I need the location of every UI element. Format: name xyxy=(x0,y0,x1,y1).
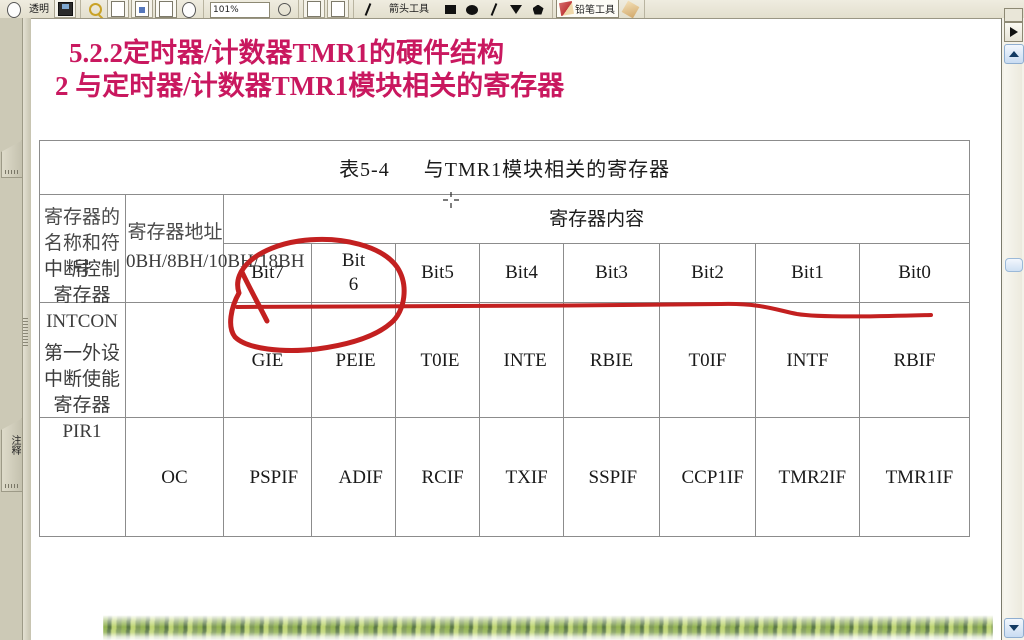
slide-title-line-2: 2 与定时器/计数器TMR1模块相关的寄存器 xyxy=(55,71,565,101)
page-insert-icon[interactable] xyxy=(131,0,153,18)
crosshair-cursor xyxy=(443,192,459,208)
header-col-name xyxy=(39,194,126,303)
scroll-down-button[interactable] xyxy=(1004,618,1024,638)
right-scrollbar[interactable] xyxy=(1001,8,1024,640)
application-toolbar: 透明 101% 箭头工具 铅笔工具 xyxy=(0,0,1024,19)
header-bit-4: Bit4 xyxy=(479,243,564,303)
ellipse-outline-icon[interactable] xyxy=(179,1,199,18)
chevron-up-icon xyxy=(1009,51,1019,57)
pencil-icon xyxy=(558,0,575,17)
row-1-bit-4: TXIF xyxy=(479,417,564,537)
table-caption-text: 与TMR1模块相关的寄存器 xyxy=(423,159,671,181)
scrollbar-track[interactable] xyxy=(1004,64,1022,618)
header-register-content: 寄存器内容 xyxy=(222,194,971,244)
header-col-address xyxy=(125,194,224,303)
slash-icon[interactable] xyxy=(358,1,378,18)
table-caption-cell: 表5-4 与TMR1模块相关的寄存器 xyxy=(38,140,971,195)
toolbar-group-zoom: 101% xyxy=(204,0,299,18)
pencil-tool-label: 铅笔工具 xyxy=(575,5,615,16)
sidebar-tab-top[interactable] xyxy=(1,140,23,178)
header-bit-5: Bit5 xyxy=(395,243,480,303)
row-0-bit-7: GIE xyxy=(223,302,312,418)
row-0-address xyxy=(125,302,224,418)
row-1-bit-1: TMR2IF xyxy=(755,417,860,537)
table-row: GIE PEIE T0IE INTE RBIE T0IF INTF RBIF xyxy=(39,302,971,418)
zoom-value-field[interactable]: 101% xyxy=(210,2,270,18)
toolbar-group-page-nav xyxy=(299,0,354,18)
ellipse-o-icon[interactable] xyxy=(4,1,24,18)
row-0-bit-4: INTE xyxy=(479,302,564,418)
header-bit-2: Bit2 xyxy=(659,243,756,303)
filled-square-icon[interactable] xyxy=(440,1,460,18)
page-prev-icon[interactable] xyxy=(303,0,325,18)
row-1-bit-6: ADIF xyxy=(311,417,396,537)
slide-title-block: 5.2.2定时器/计数器TMR1的硬件结构 2 与定时器/计数器TMR1模块相关… xyxy=(39,37,969,103)
scrollbar-thumb[interactable] xyxy=(1005,258,1023,272)
triangle-down-icon[interactable] xyxy=(506,1,526,18)
table-header-row-1: 寄存器内容 xyxy=(39,194,971,303)
page-next-icon[interactable] xyxy=(327,0,349,18)
row-1-address: OC xyxy=(125,417,224,537)
toolbar-group-shapes: 透明 xyxy=(0,0,81,18)
text-cursor-icon[interactable]: 透明 xyxy=(26,1,52,18)
diagonal-line-icon[interactable] xyxy=(484,1,504,18)
sidebar-tab-notes-label: 注释 xyxy=(9,435,20,455)
slide-title-line-1: 5.2.2定时器/计数器TMR1的硬件结构 xyxy=(69,38,504,68)
sidebar-tab-notes[interactable]: 注释 xyxy=(1,418,23,492)
slide-canvas[interactable]: 5.2.2定时器/计数器TMR1的硬件结构 2 与定时器/计数器TMR1模块相关… xyxy=(31,19,993,640)
toolbar-group-draw: 箭头工具 xyxy=(354,0,553,18)
sidebar-rail-grip[interactable] xyxy=(23,318,28,346)
row-1-bit-2: CCP1IF xyxy=(659,417,756,537)
scroll-up-button[interactable] xyxy=(1004,44,1024,64)
row-0-bit-3: RBIE xyxy=(563,302,660,418)
table-row: OC PSPIF ADIF RCIF TXIF SSPIF CCP1IF TMR… xyxy=(39,417,971,537)
register-table: 表5-4 与TMR1模块相关的寄存器 寄存器内容 Bit7 Bit 6 Bit5 … xyxy=(38,140,971,537)
pentagon-icon[interactable] xyxy=(528,1,548,18)
arrow-tool-label[interactable]: 箭头工具 xyxy=(380,1,438,18)
filled-ellipse-icon[interactable] xyxy=(462,1,482,18)
header-bit-0: Bit0 xyxy=(858,243,971,303)
toolbar-group-view xyxy=(81,0,204,18)
row-0-bit-2: T0IF xyxy=(659,302,756,418)
row-1-bit-7: PSPIF xyxy=(223,417,312,537)
header-bit-3: Bit3 xyxy=(563,243,660,303)
scrollbar-top-stub xyxy=(1004,8,1023,22)
chevron-down-icon xyxy=(1009,625,1019,631)
eraser-icon[interactable] xyxy=(620,0,640,18)
row-0-bit-6: PEIE xyxy=(311,302,396,418)
left-sidebar: 注释 xyxy=(0,18,31,640)
magnifier-icon[interactable] xyxy=(85,1,105,18)
row-0-bit-0: RBIF xyxy=(858,302,971,418)
row-1-bit-5: RCIF xyxy=(395,417,480,537)
triangle-right-icon xyxy=(1009,27,1018,37)
row-1-register-name xyxy=(39,417,126,537)
row-1-bit-0: TMR1IF xyxy=(858,417,971,537)
header-bit-6: Bit 6 xyxy=(311,243,396,303)
pencil-tool-button[interactable]: 铅笔工具 xyxy=(556,0,619,18)
row-0-bit-1: INTF xyxy=(755,302,860,418)
toolbar-group-pen: 铅笔工具 xyxy=(553,0,645,18)
row-1-bit-3: SSPIF xyxy=(563,417,660,537)
row-0-register-name xyxy=(39,302,126,418)
image-icon[interactable] xyxy=(54,0,76,18)
header-bit-1: Bit1 xyxy=(755,243,860,303)
page-icon[interactable] xyxy=(107,0,129,18)
clock-icon[interactable] xyxy=(274,1,294,18)
page-sunken-icon[interactable] xyxy=(155,0,177,18)
row-0-bit-5: T0IE xyxy=(395,302,480,418)
header-bit-7: Bit7 xyxy=(223,243,312,303)
sidebar-tab-top-grip xyxy=(5,170,18,174)
table-caption-row: 表5-4 与TMR1模块相关的寄存器 xyxy=(38,140,971,195)
next-page-button[interactable] xyxy=(1004,22,1023,42)
sidebar-tab-notes-grip xyxy=(5,484,18,488)
table-caption-number: 表5-4 xyxy=(339,159,390,181)
bottom-image-smudge xyxy=(103,615,993,640)
